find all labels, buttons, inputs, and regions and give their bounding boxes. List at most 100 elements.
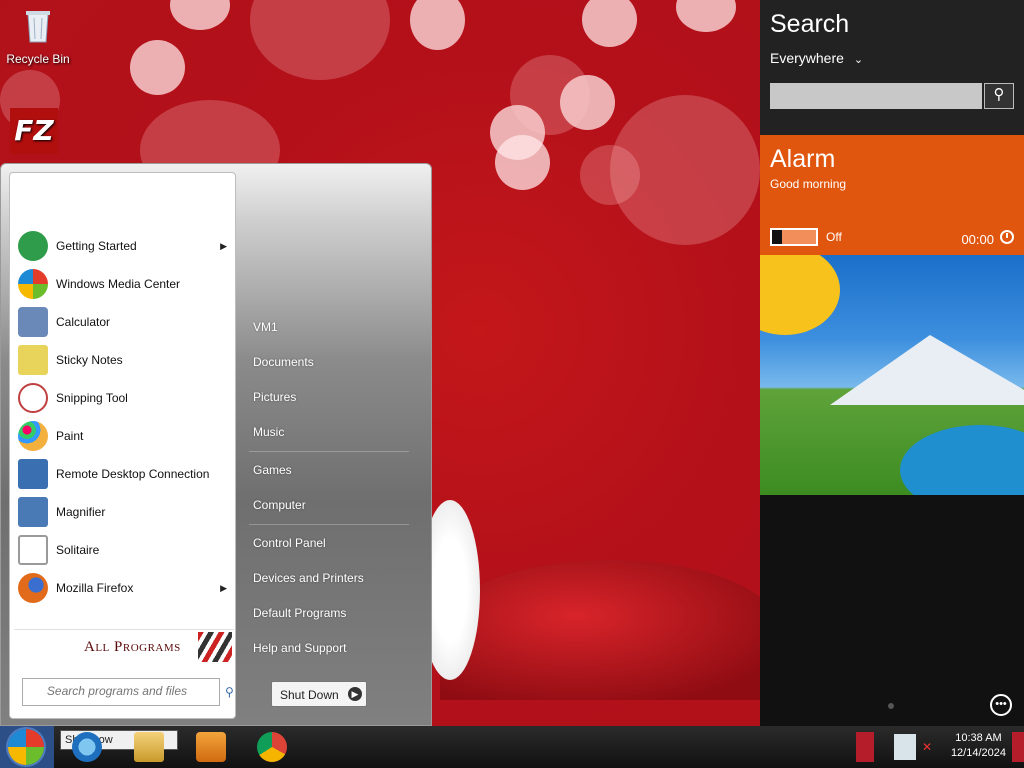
all-programs-label: All Programs — [84, 639, 181, 655]
more-options-icon[interactable]: ••• — [990, 694, 1012, 716]
file-explorer-icon[interactable] — [134, 732, 164, 762]
mountain-shape — [830, 335, 1024, 405]
snipping-tool-icon — [18, 383, 48, 413]
program-label: Getting Started — [56, 239, 137, 253]
bokeh-light — [582, 0, 637, 47]
charms-search-pane: Search Everywhere ⌄ ⚲ — [760, 0, 1024, 135]
shutdown-options-icon[interactable]: ▶ — [348, 687, 362, 701]
alarm-title: Alarm — [770, 145, 836, 173]
place-help-support[interactable]: Help and Support — [253, 641, 346, 655]
place-label: VM1 — [253, 320, 278, 334]
place-documents[interactable]: Documents — [253, 355, 314, 369]
place-games[interactable]: Games — [253, 463, 292, 477]
program-calculator[interactable]: Calculator — [18, 305, 233, 339]
media-center-icon — [18, 269, 48, 299]
page-indicator-dot — [888, 703, 894, 709]
start-button[interactable] — [0, 726, 54, 768]
program-label: Sticky Notes — [56, 353, 123, 367]
shutdown-label: Shut Down — [280, 688, 339, 702]
program-label: Solitaire — [56, 543, 100, 557]
program-remote-desktop[interactable]: Remote Desktop Connection — [18, 457, 233, 491]
chevron-down-icon: ⌄ — [853, 54, 864, 66]
place-label: Devices and Printers — [253, 571, 364, 585]
program-label: Windows Media Center — [56, 277, 181, 291]
shutdown-button[interactable]: Shut Down ▶ — [271, 681, 367, 707]
windows-logo-icon — [8, 729, 44, 765]
landscape-tile[interactable] — [760, 255, 1024, 495]
toggle-knob — [772, 230, 782, 244]
stripes-decoration — [198, 632, 232, 662]
program-label: Calculator — [56, 315, 111, 329]
search-icon[interactable]: ⚲ — [984, 83, 1014, 109]
start-search-input[interactable] — [23, 679, 193, 703]
place-music[interactable]: Music — [253, 425, 284, 439]
start-menu: Getting Started ▶ Windows Media Center C… — [0, 163, 432, 726]
lake-shape — [900, 425, 1024, 495]
clock-date: 12/14/2024 — [950, 747, 1006, 759]
separator — [249, 524, 409, 525]
bokeh-light — [130, 40, 185, 95]
place-devices-printers[interactable]: Devices and Printers — [253, 571, 364, 585]
sticky-notes-icon — [18, 345, 48, 375]
program-getting-started[interactable]: Getting Started ▶ — [18, 229, 233, 263]
chrome-icon[interactable] — [257, 732, 287, 762]
program-magnifier[interactable]: Magnifier — [18, 495, 233, 529]
media-player-icon[interactable] — [196, 732, 226, 762]
desktop-icon-recycle-bin[interactable]: Recycle Bin — [6, 6, 70, 66]
alarm-toggle[interactable] — [770, 228, 818, 246]
program-label: Mozilla Firefox — [56, 581, 134, 595]
place-pictures[interactable]: Pictures — [253, 390, 296, 404]
tray-network-icon[interactable] — [894, 734, 916, 760]
clock-icon — [1000, 230, 1014, 244]
program-solitaire[interactable]: Solitaire — [18, 533, 233, 567]
place-label: Music — [253, 425, 285, 439]
search-icon[interactable]: ⚲ — [225, 685, 234, 699]
tray-clock[interactable]: 10:38 AM 12/14/2024 — [951, 731, 1006, 761]
charms-search-input[interactable] — [770, 83, 982, 109]
start-menu-programs-pane: Getting Started ▶ Windows Media Center C… — [9, 172, 236, 719]
program-paint[interactable]: Paint — [18, 419, 233, 453]
place-label: Computer — [253, 498, 306, 512]
submenu-arrow-icon: ▶ — [220, 582, 227, 593]
program-windows-media-center[interactable]: Windows Media Center — [18, 267, 233, 301]
sun-shape — [760, 255, 840, 335]
place-label: Games — [253, 463, 292, 477]
firefox-icon — [18, 573, 48, 603]
tray-app-icon[interactable] — [856, 732, 874, 762]
alarm-tile[interactable]: Alarm Good morning Off 00:00 — [760, 135, 1024, 255]
recycle-bin-icon — [26, 11, 50, 43]
bokeh-light — [410, 0, 465, 50]
search-scope-dropdown[interactable]: Everywhere ⌄ — [770, 50, 863, 66]
calculator-icon — [18, 307, 48, 337]
place-label: Help and Support — [253, 641, 347, 655]
search-scope-label: Everywhere — [770, 50, 844, 66]
program-label: Remote Desktop Connection — [56, 467, 210, 481]
getting-started-icon — [18, 231, 48, 261]
place-control-panel[interactable]: Control Panel — [253, 536, 326, 550]
place-vm1[interactable]: VM1 — [253, 320, 278, 334]
program-mozilla-firefox[interactable]: Mozilla Firefox ▶ — [18, 571, 233, 605]
paint-icon — [18, 421, 48, 451]
all-programs-button[interactable]: All Programs — [14, 629, 234, 664]
place-label: Default Programs — [253, 606, 347, 620]
separator — [249, 451, 409, 452]
filezilla-icon: FZ — [10, 108, 58, 154]
remote-desktop-icon — [18, 459, 48, 489]
place-default-programs[interactable]: Default Programs — [253, 606, 346, 620]
bokeh-light — [495, 135, 550, 190]
desktop-icon-filezilla[interactable]: FZ — [10, 108, 66, 154]
place-label: Documents — [253, 355, 314, 369]
tray-volume-muted-icon[interactable]: ✕ — [922, 740, 932, 754]
internet-explorer-icon[interactable] — [72, 732, 102, 762]
place-computer[interactable]: Computer — [253, 498, 306, 512]
start-search-box[interactable] — [22, 678, 220, 706]
program-snipping-tool[interactable]: Snipping Tool — [18, 381, 233, 415]
alarm-state: Off — [826, 230, 842, 244]
program-label: Paint — [56, 429, 84, 443]
program-sticky-notes[interactable]: Sticky Notes — [18, 343, 233, 377]
solitaire-icon — [18, 535, 48, 565]
submenu-arrow-icon: ▶ — [220, 240, 227, 251]
bokeh-light — [610, 95, 760, 245]
show-desktop-button[interactable] — [1012, 732, 1024, 762]
place-label: Control Panel — [253, 536, 326, 550]
